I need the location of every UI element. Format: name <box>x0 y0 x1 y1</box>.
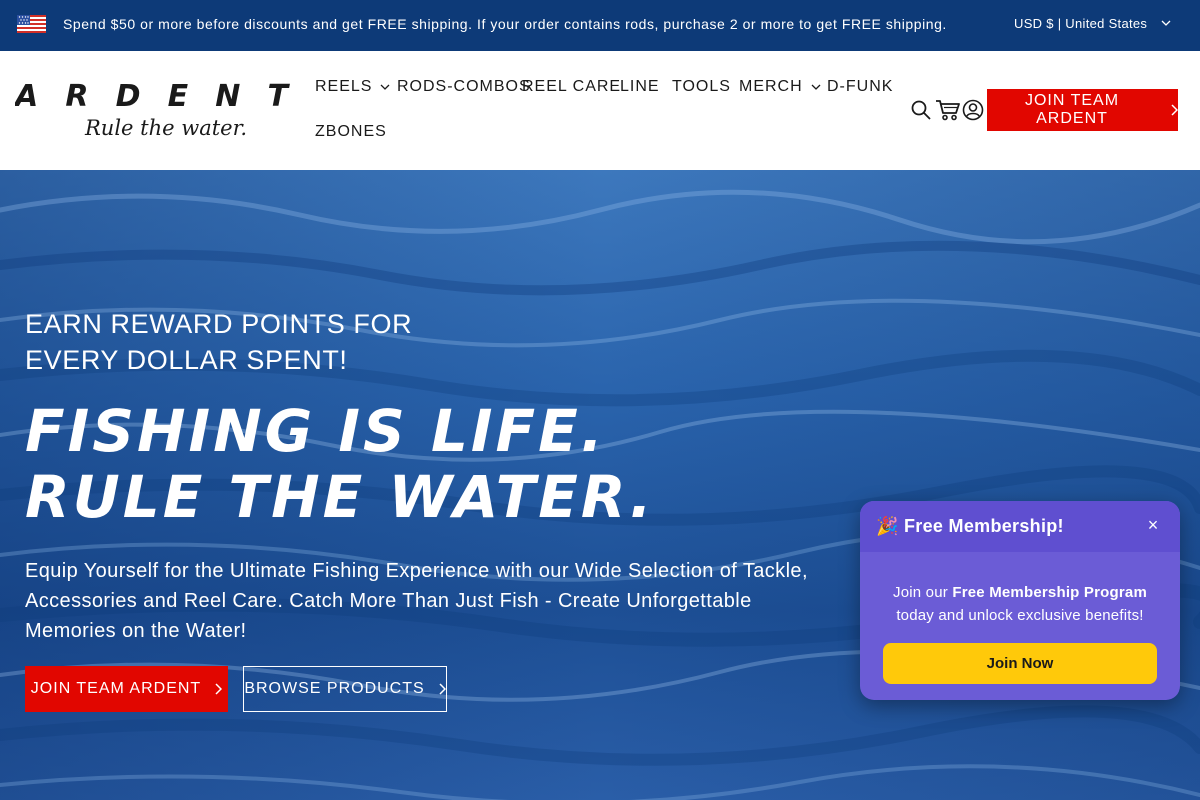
hero-join-team-button[interactable]: JOIN TEAM ARDENT <box>25 666 228 712</box>
popup-header: 🎉 Free Membership! × <box>860 501 1180 552</box>
nav-line[interactable]: LINE <box>620 78 660 96</box>
nav-reel-care-label: REEL CARE <box>522 78 622 95</box>
announcement-text: Spend $50 or more before discounts and g… <box>63 16 947 32</box>
hero-banner: EARN REWARD POINTS FOR EVERY DOLLAR SPEN… <box>0 170 1200 800</box>
membership-popup: 🎉 Free Membership! × Join our Free Membe… <box>860 501 1180 700</box>
nav-merch-label: MERCH <box>739 78 803 95</box>
popup-message-suffix: today and unlock exclusive benefits! <box>896 607 1144 624</box>
popup-title: 🎉 Free Membership! <box>876 516 1064 536</box>
nav-reels-label: REELS <box>315 78 373 95</box>
join-now-button[interactable]: Join Now <box>883 643 1157 684</box>
account-icon[interactable] <box>962 99 984 121</box>
hero-eyebrow: EARN REWARD POINTS FOR EVERY DOLLAR SPEN… <box>25 309 413 375</box>
currency-selector[interactable]: USD $ | United States <box>1014 16 1171 31</box>
chevron-right-icon <box>1171 104 1178 116</box>
chevron-down-icon <box>1161 20 1171 26</box>
nav-rods-combos[interactable]: RODS-COMBOS <box>397 78 531 96</box>
svg-text:Rule the water.: Rule the water. <box>84 116 247 140</box>
nav-rods-combos-label: RODS-COMBOS <box>397 78 531 95</box>
hero-join-team-label: JOIN TEAM ARDENT <box>30 680 202 697</box>
nav-merch[interactable]: MERCH <box>739 78 821 96</box>
cart-icon[interactable] <box>935 99 961 121</box>
chevron-right-icon <box>215 683 223 695</box>
popup-message: Join our Free Membership Program today a… <box>860 581 1180 627</box>
join-team-button[interactable]: JOIN TEAM ARDENT <box>987 89 1178 131</box>
site-header: ARDENT Rule the water. REELS RODS-COMBOS… <box>0 51 1200 170</box>
nav-reels[interactable]: REELS <box>315 78 390 96</box>
hero-title-line-2: RULE THE WATER. <box>25 463 655 531</box>
nav-tools[interactable]: TOOLS <box>672 78 731 96</box>
currency-label: USD $ | United States <box>1014 16 1148 31</box>
hero-title: FISHING IS LIFE. RULE THE WATER. <box>25 398 655 530</box>
chevron-down-icon <box>381 84 390 90</box>
ardent-logo[interactable]: ARDENT Rule the water. <box>15 79 295 141</box>
popup-message-prefix: Join our <box>893 584 953 601</box>
chevron-right-icon <box>439 683 446 695</box>
hero-title-line-1: FISHING IS LIFE. <box>25 397 606 465</box>
us-flag-icon <box>17 15 46 33</box>
nav-reel-care[interactable]: REEL CARE <box>522 78 621 96</box>
browse-products-label: BROWSE PRODUCTS <box>244 680 425 697</box>
hero-description: Equip Yourself for the Ultimate Fishing … <box>25 560 808 642</box>
announcement-bar: Spend $50 or more before discounts and g… <box>0 0 1200 51</box>
svg-text:ARDENT: ARDENT <box>15 79 293 114</box>
popup-message-bold: Free Membership Program <box>952 584 1147 601</box>
chevron-down-icon <box>811 84 821 90</box>
nav-d-funk-label: D-FUNK <box>827 78 894 95</box>
nav-zbones[interactable]: ZBONES <box>315 123 387 141</box>
nav-zbones-label: ZBONES <box>315 123 387 140</box>
nav-d-funk[interactable]: D-FUNK <box>827 78 893 96</box>
nav-tools-label: TOOLS <box>672 78 731 95</box>
nav-line-label: LINE <box>620 78 660 95</box>
join-team-label: JOIN TEAM ARDENT <box>1024 92 1120 127</box>
search-icon[interactable] <box>910 99 932 121</box>
close-icon[interactable]: × <box>1144 515 1162 537</box>
browse-products-button[interactable]: BROWSE PRODUCTS <box>243 666 447 712</box>
